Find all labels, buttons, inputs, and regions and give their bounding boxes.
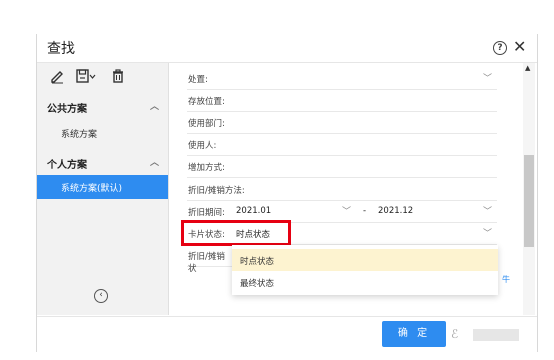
dialog-titlebar: 查找 ? ✕ [37, 34, 537, 63]
period-dash: - [363, 206, 367, 216]
field-label: 处置: [188, 75, 208, 85]
partial-link[interactable]: 牛 [502, 274, 510, 285]
field-label: 增加方式: [188, 163, 225, 173]
scheme-sidebar: 公共方案 ︿ 系统方案 个人方案 ︿ 系统方案(默认) ‹ [37, 63, 169, 315]
field-label: 折旧/摊销方法: [188, 186, 245, 196]
field-label: 使用人: [188, 141, 217, 151]
watermark-icon: ℰ [451, 327, 459, 341]
scroll-up-icon[interactable]: ▲ [525, 64, 530, 72]
field-add-method[interactable]: 增加方式: [187, 155, 497, 178]
field-label: 存放位置: [188, 97, 225, 107]
field-disposal[interactable]: 处置: ﹀ [187, 67, 497, 90]
field-depreciation-status[interactable]: 折旧/摊销状 [187, 244, 233, 274]
sidebar-item-system-scheme-default[interactable]: 系统方案(默认) [37, 175, 168, 199]
chevron-up-icon[interactable]: ︿ [150, 99, 159, 112]
dropdown-option-point-status[interactable]: 时点状态 [232, 249, 498, 271]
field-user[interactable]: 使用人: [187, 133, 497, 156]
personal-scheme-header[interactable]: 个人方案 ︿ [37, 151, 168, 173]
form-scrollbar[interactable]: ▲ [523, 63, 535, 315]
personal-scheme-label: 个人方案 [47, 160, 87, 171]
ok-button[interactable]: 确 定 [382, 321, 446, 347]
save-dropdown-icon[interactable] [75, 68, 97, 84]
chevron-down-icon[interactable]: ﹀ [342, 204, 351, 217]
delete-icon[interactable] [110, 68, 126, 84]
chevron-down-icon[interactable]: ﹀ [483, 226, 492, 239]
dialog-title: 查找 [47, 41, 75, 57]
field-depreciation-method[interactable]: 折旧/摊销方法: [187, 178, 497, 201]
field-label: 使用部门: [188, 119, 225, 129]
close-icon[interactable]: ✕ [513, 38, 526, 56]
period-start-select[interactable]: 2021.01 [236, 206, 271, 216]
chevron-down-icon[interactable]: ﹀ [483, 71, 492, 84]
period-end-select[interactable]: 2021.12 [378, 206, 413, 216]
field-department[interactable]: 使用部门: [187, 111, 497, 134]
option-label: 最终状态 [240, 279, 275, 289]
card-status-dropdown: 时点状态 最终状态 [232, 245, 498, 295]
field-label: 折旧/摊销状 [188, 252, 225, 274]
sidebar-item-label: 系统方案(默认) [61, 184, 123, 194]
public-scheme-header[interactable]: 公共方案 ︿ [37, 95, 168, 117]
card-status-highlight [181, 220, 291, 246]
find-dialog: 查找 ? ✕ 公共方案 ︿ 系统方案 个人方案 ︿ 系统方案(默认) ‹ 处置:… [36, 34, 538, 352]
dropdown-option-final-status[interactable]: 最终状态 [232, 271, 498, 293]
option-label: 时点状态 [240, 257, 275, 267]
public-scheme-label: 公共方案 [47, 104, 87, 115]
blurred-watermark [473, 329, 519, 341]
field-label: 折旧期间: [188, 208, 225, 218]
collapse-sidebar-icon[interactable]: ‹ [94, 289, 108, 303]
sidebar-item-label: 系统方案 [61, 130, 98, 140]
dialog-footer: 确 定 ℰ [37, 316, 537, 353]
chevron-down-icon[interactable]: ﹀ [483, 204, 492, 217]
sidebar-toolbar [37, 63, 168, 91]
sidebar-item-system-scheme[interactable]: 系统方案 [37, 121, 168, 145]
edit-icon[interactable] [49, 68, 65, 84]
field-location[interactable]: 存放位置: [187, 89, 497, 112]
help-icon[interactable]: ? [493, 41, 507, 55]
scrollbar-thumb[interactable] [524, 155, 534, 247]
chevron-up-icon[interactable]: ︿ [150, 155, 159, 168]
